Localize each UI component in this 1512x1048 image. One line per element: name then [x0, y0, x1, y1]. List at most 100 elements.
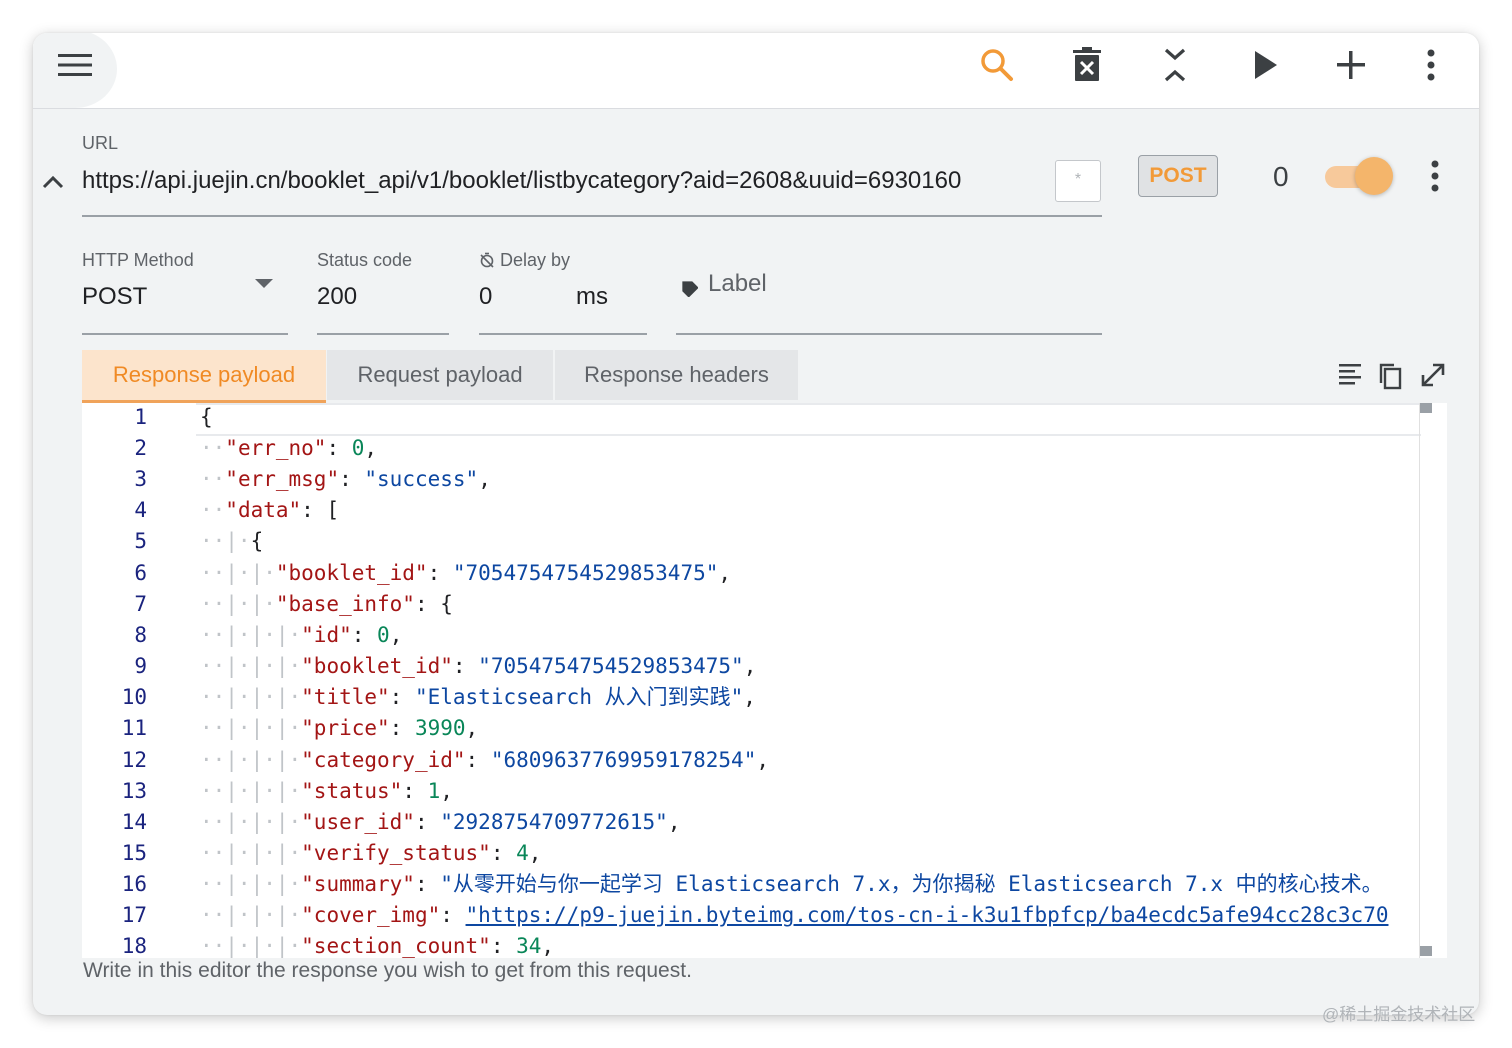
code-line: {: [200, 403, 213, 433]
json-string: "success": [364, 467, 479, 491]
code-token: :: [414, 592, 441, 616]
more-vert-icon[interactable]: [1429, 158, 1441, 194]
mock-rule-card: URL https://api.juejin.cn/booklet_api/v1…: [33, 33, 1479, 1015]
tab-response-headers[interactable]: Response headers: [555, 350, 798, 400]
tab-response-payload[interactable]: Response payload: [82, 350, 326, 403]
json-key: "title": [301, 685, 390, 709]
status-code-underline: [317, 333, 449, 335]
json-string: "Elasticsearch 从入门到实践": [414, 685, 744, 709]
code-token: {: [200, 405, 213, 429]
json-number: 34: [516, 934, 542, 958]
delay-label: Delay by: [479, 250, 570, 271]
menu-button[interactable]: [33, 33, 117, 108]
json-string: "7054754754529853475": [478, 654, 744, 678]
code-line: ··|·|·|·"cover_img": "https://p9-juejin.…: [200, 903, 1389, 927]
play-icon: [1255, 51, 1277, 79]
code-token: ,: [389, 623, 403, 647]
json-key: "err_msg": [225, 467, 340, 491]
code-line: ··|·|·|·"user_id": "2928754709772615",: [200, 810, 681, 834]
http-method-select[interactable]: POST: [82, 283, 147, 311]
delete-icon: [1073, 47, 1101, 81]
json-string: "从零开始与你一起学习 Elasticsearch 7.x，为你揭秘 Elast…: [440, 872, 1383, 896]
chevron-up-icon[interactable]: [41, 172, 65, 192]
code-token: ,: [364, 436, 378, 460]
json-key: "cover_img": [301, 903, 441, 927]
match-count: 0: [1273, 161, 1289, 192]
scrollbar-top-marker: [1420, 403, 1432, 413]
code-token: ,: [718, 561, 732, 585]
json-number: 0: [351, 436, 365, 460]
url-label: URL: [82, 133, 119, 153]
delete-button[interactable]: [1071, 47, 1105, 81]
more-vert-icon: [1427, 49, 1435, 81]
code-line: ··|·{: [200, 529, 264, 553]
line-number: 15: [121, 841, 147, 865]
scrollbar-bottom-marker: [1420, 946, 1432, 956]
json-key: "data": [225, 498, 302, 522]
json-string: "7054754754529853475": [452, 561, 719, 585]
json-string: "2928754709772615": [440, 810, 668, 834]
collapse-all-button[interactable]: [1159, 47, 1193, 82]
code-token: ,: [756, 748, 769, 772]
line-number: 2: [134, 436, 147, 460]
code-token: :: [402, 779, 428, 803]
code-token: ,: [440, 779, 453, 803]
line-number: 12: [121, 748, 147, 772]
fullscreen-icon[interactable]: [1420, 362, 1446, 388]
code-token: ,: [528, 841, 542, 865]
regex-toggle-button[interactable]: *: [1055, 160, 1101, 202]
json-key: "user_id": [301, 810, 415, 834]
code-token: ,: [667, 810, 681, 834]
line-number: 8: [134, 623, 147, 647]
line-number: 5: [134, 529, 147, 553]
json-key: "id": [301, 623, 352, 647]
line-number: 6: [134, 561, 147, 585]
json-key: "price": [301, 716, 390, 740]
hamburger-menu-icon: [58, 54, 92, 76]
json-number: 1: [427, 779, 441, 803]
line-number: 7: [134, 592, 147, 616]
top-toolbar: [33, 33, 1479, 109]
more-options-button[interactable]: [1425, 47, 1459, 81]
code-line: ··|·|·|·"section_count": 34,: [200, 934, 555, 958]
code-line: ··|·|·"booklet_id": "7054754754529853475…: [200, 561, 732, 585]
delay-input[interactable]: 0: [479, 283, 492, 311]
format-icon[interactable]: [1338, 362, 1362, 388]
json-link[interactable]: "https://p9-juejin.byteimg.com/tos-cn-i-…: [466, 903, 1389, 927]
search-button[interactable]: [979, 47, 1013, 81]
asterisk-icon: *: [1074, 171, 1082, 188]
code-token: :: [351, 623, 378, 647]
enable-toggle-thumb[interactable]: [1355, 157, 1393, 195]
run-button[interactable]: [1249, 47, 1283, 81]
editor-scrollbar[interactable]: [1419, 403, 1420, 958]
code-line: ··|·|·|·"verify_status": 4,: [200, 841, 542, 865]
code-token: ,: [478, 467, 491, 491]
url-input[interactable]: https://api.juejin.cn/booklet_api/v1/boo…: [82, 166, 1042, 196]
code-token: :: [414, 872, 441, 896]
line-number: 10: [121, 685, 147, 709]
label-icon: [682, 281, 698, 297]
search-icon: [981, 49, 1013, 81]
add-button[interactable]: [1334, 47, 1368, 81]
copy-icon[interactable]: [1378, 362, 1402, 390]
json-key: "section_count": [301, 934, 491, 958]
tab-request-payload[interactable]: Request payload: [327, 350, 553, 400]
code-token: :: [452, 654, 479, 678]
code-line: ··|·|·|·"status": 1,: [200, 779, 453, 803]
delay-underline: [479, 333, 647, 335]
line-number: 9: [134, 654, 147, 678]
label-input[interactable]: Label: [708, 270, 767, 298]
code-token: :: [326, 436, 352, 460]
label-underline: [676, 333, 1102, 335]
line-number: 13: [121, 779, 147, 803]
status-code-input[interactable]: 200: [317, 283, 357, 311]
http-method-underline: [82, 333, 288, 335]
code-token: :: [490, 841, 517, 865]
code-line: ··|·|·|·"booklet_id": "70547547545298534…: [200, 654, 757, 678]
code-token: :: [414, 810, 441, 834]
line-number: 4: [134, 498, 147, 522]
json-key: "booklet_id": [301, 654, 453, 678]
response-editor[interactable]: 1 2 3 4 5 6 7 8 9 10 11 12 13 14 15 16 1…: [82, 403, 1447, 958]
dropdown-arrow-icon[interactable]: [255, 279, 273, 288]
code-line: ··"data": [: [200, 498, 340, 522]
